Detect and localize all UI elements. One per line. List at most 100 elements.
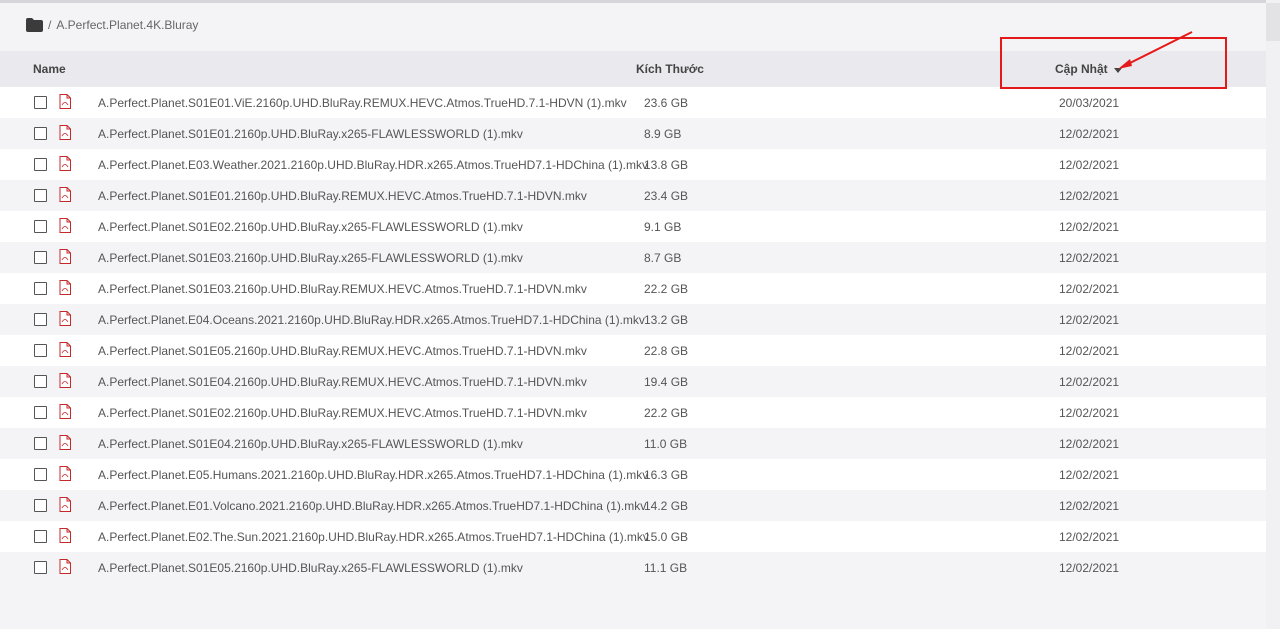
table-row[interactable]: A.Perfect.Planet.E03.Weather.2021.2160p.… (0, 149, 1266, 180)
row-checkbox[interactable] (34, 251, 47, 264)
file-size: 13.8 GB (644, 158, 689, 172)
table-row[interactable]: A.Perfect.Planet.S01E01.2160p.UHD.BluRay… (0, 180, 1266, 211)
row-checkbox[interactable] (34, 530, 47, 543)
file-size: 14.2 GB (644, 499, 689, 513)
table-row[interactable]: A.Perfect.Planet.E02.The.Sun.2021.2160p.… (0, 521, 1266, 552)
row-checkbox[interactable] (34, 375, 47, 388)
table-row[interactable]: A.Perfect.Planet.S01E04.2160p.UHD.BluRay… (0, 366, 1266, 397)
file-name-link[interactable]: A.Perfect.Planet.E03.Weather.2021.2160p.… (98, 158, 648, 172)
file-size: 16.3 GB (644, 468, 689, 482)
file-updated-date: 12/02/2021 (1059, 437, 1120, 451)
file-updated-date: 12/02/2021 (1059, 344, 1120, 358)
pdf-file-icon (59, 528, 71, 543)
pdf-file-icon (59, 559, 71, 574)
table-row[interactable]: A.Perfect.Planet.E04.Oceans.2021.2160p.U… (0, 304, 1266, 335)
file-updated-date: 12/02/2021 (1059, 189, 1120, 203)
pdf-file-icon (59, 280, 71, 295)
file-updated-date: 12/02/2021 (1059, 220, 1120, 234)
file-name-link[interactable]: A.Perfect.Planet.S01E01.ViE.2160p.UHD.Bl… (98, 96, 627, 110)
pdf-file-icon (59, 156, 71, 171)
table-row[interactable]: A.Perfect.Planet.E05.Humans.2021.2160p.U… (0, 459, 1266, 490)
file-updated-date: 12/02/2021 (1059, 158, 1120, 172)
row-checkbox[interactable] (34, 158, 47, 171)
table-row[interactable]: A.Perfect.Planet.S01E03.2160p.UHD.BluRay… (0, 273, 1266, 304)
file-updated-date: 12/02/2021 (1059, 406, 1120, 420)
pdf-file-icon (59, 249, 71, 264)
file-updated-date: 12/02/2021 (1059, 375, 1120, 389)
file-name-link[interactable]: A.Perfect.Planet.E04.Oceans.2021.2160p.U… (98, 313, 645, 327)
file-name-link[interactable]: A.Perfect.Planet.S01E01.2160p.UHD.BluRay… (98, 127, 523, 141)
pdf-file-icon (59, 342, 71, 357)
file-size: 23.6 GB (644, 96, 689, 110)
row-checkbox[interactable] (34, 313, 47, 326)
file-name-link[interactable]: A.Perfect.Planet.S01E03.2160p.UHD.BluRay… (98, 251, 523, 265)
file-name-link[interactable]: A.Perfect.Planet.S01E05.2160p.UHD.BluRay… (98, 561, 523, 575)
row-checkbox[interactable] (34, 499, 47, 512)
row-checkbox[interactable] (34, 561, 47, 574)
file-size: 15.0 GB (644, 530, 689, 544)
file-name-link[interactable]: A.Perfect.Planet.S01E02.2160p.UHD.BluRay… (98, 220, 523, 234)
file-updated-date: 12/02/2021 (1059, 251, 1120, 265)
file-name-link[interactable]: A.Perfect.Planet.S01E03.2160p.UHD.BluRay… (98, 282, 587, 296)
breadcrumb: / A.Perfect.Planet.4K.Bluray (26, 16, 198, 34)
file-size: 19.4 GB (644, 375, 689, 389)
pdf-file-icon (59, 311, 71, 326)
file-name-link[interactable]: A.Perfect.Planet.S01E04.2160p.UHD.BluRay… (98, 437, 523, 451)
pdf-file-icon (59, 125, 71, 140)
table-row[interactable]: A.Perfect.Planet.S01E02.2160p.UHD.BluRay… (0, 211, 1266, 242)
column-header-name[interactable]: Name (33, 62, 66, 76)
file-size: 13.2 GB (644, 313, 689, 327)
file-list: A.Perfect.Planet.S01E01.ViE.2160p.UHD.Bl… (0, 87, 1266, 583)
row-checkbox[interactable] (34, 220, 47, 233)
row-checkbox[interactable] (34, 344, 47, 357)
scrollbar-thumb[interactable] (1266, 3, 1280, 41)
file-size: 8.9 GB (644, 127, 682, 141)
file-name-link[interactable]: A.Perfect.Planet.S01E02.2160p.UHD.BluRay… (98, 406, 587, 420)
table-row[interactable]: A.Perfect.Planet.S01E01.2160p.UHD.BluRay… (0, 118, 1266, 149)
file-name-link[interactable]: A.Perfect.Planet.E02.The.Sun.2021.2160p.… (98, 530, 649, 544)
pdf-file-icon (59, 435, 71, 450)
file-size: 22.2 GB (644, 282, 689, 296)
row-checkbox[interactable] (34, 96, 47, 109)
row-checkbox[interactable] (34, 406, 47, 419)
file-updated-date: 12/02/2021 (1059, 282, 1120, 296)
file-size: 22.8 GB (644, 344, 689, 358)
file-size: 11.0 GB (644, 437, 688, 451)
file-updated-date: 12/02/2021 (1059, 561, 1120, 575)
file-size: 22.2 GB (644, 406, 689, 420)
row-checkbox[interactable] (34, 127, 47, 140)
file-name-link[interactable]: A.Perfect.Planet.S01E05.2160p.UHD.BluRay… (98, 344, 587, 358)
table-row[interactable]: A.Perfect.Planet.S01E01.ViE.2160p.UHD.Bl… (0, 87, 1266, 118)
file-size: 11.1 GB (644, 561, 688, 575)
table-row[interactable]: A.Perfect.Planet.S01E02.2160p.UHD.BluRay… (0, 397, 1266, 428)
file-updated-date: 12/02/2021 (1059, 530, 1120, 544)
row-checkbox[interactable] (34, 437, 47, 450)
file-name-link[interactable]: A.Perfect.Planet.S01E01.2160p.UHD.BluRay… (98, 189, 587, 203)
file-name-link[interactable]: A.Perfect.Planet.S01E04.2160p.UHD.BluRay… (98, 375, 587, 389)
file-updated-date: 12/02/2021 (1059, 499, 1120, 513)
breadcrumb-current-folder[interactable]: A.Perfect.Planet.4K.Bluray (56, 18, 198, 32)
pdf-file-icon (59, 466, 71, 481)
column-header-size[interactable]: Kích Thước (636, 62, 704, 76)
file-updated-date: 12/02/2021 (1059, 468, 1120, 482)
pdf-file-icon (59, 497, 71, 512)
file-size: 9.1 GB (644, 220, 682, 234)
file-name-link[interactable]: A.Perfect.Planet.E05.Humans.2021.2160p.U… (98, 468, 648, 482)
row-checkbox[interactable] (34, 282, 47, 295)
file-updated-date: 12/02/2021 (1059, 127, 1120, 141)
annotation-arrow-icon (1118, 31, 1193, 69)
folder-icon[interactable] (26, 18, 43, 32)
table-row[interactable]: A.Perfect.Planet.S01E04.2160p.UHD.BluRay… (0, 428, 1266, 459)
pdf-file-icon (59, 94, 71, 109)
table-row[interactable]: A.Perfect.Planet.S01E05.2160p.UHD.BluRay… (0, 552, 1266, 583)
table-row[interactable]: A.Perfect.Planet.E01.Volcano.2021.2160p.… (0, 490, 1266, 521)
file-name-link[interactable]: A.Perfect.Planet.E01.Volcano.2021.2160p.… (98, 499, 646, 513)
pdf-file-icon (59, 187, 71, 202)
table-row[interactable]: A.Perfect.Planet.S01E05.2160p.UHD.BluRay… (0, 335, 1266, 366)
file-size: 8.7 GB (644, 251, 682, 265)
table-row[interactable]: A.Perfect.Planet.S01E03.2160p.UHD.BluRay… (0, 242, 1266, 273)
file-updated-date: 12/02/2021 (1059, 313, 1120, 327)
row-checkbox[interactable] (34, 468, 47, 481)
row-checkbox[interactable] (34, 189, 47, 202)
breadcrumb-separator: / (48, 18, 52, 32)
